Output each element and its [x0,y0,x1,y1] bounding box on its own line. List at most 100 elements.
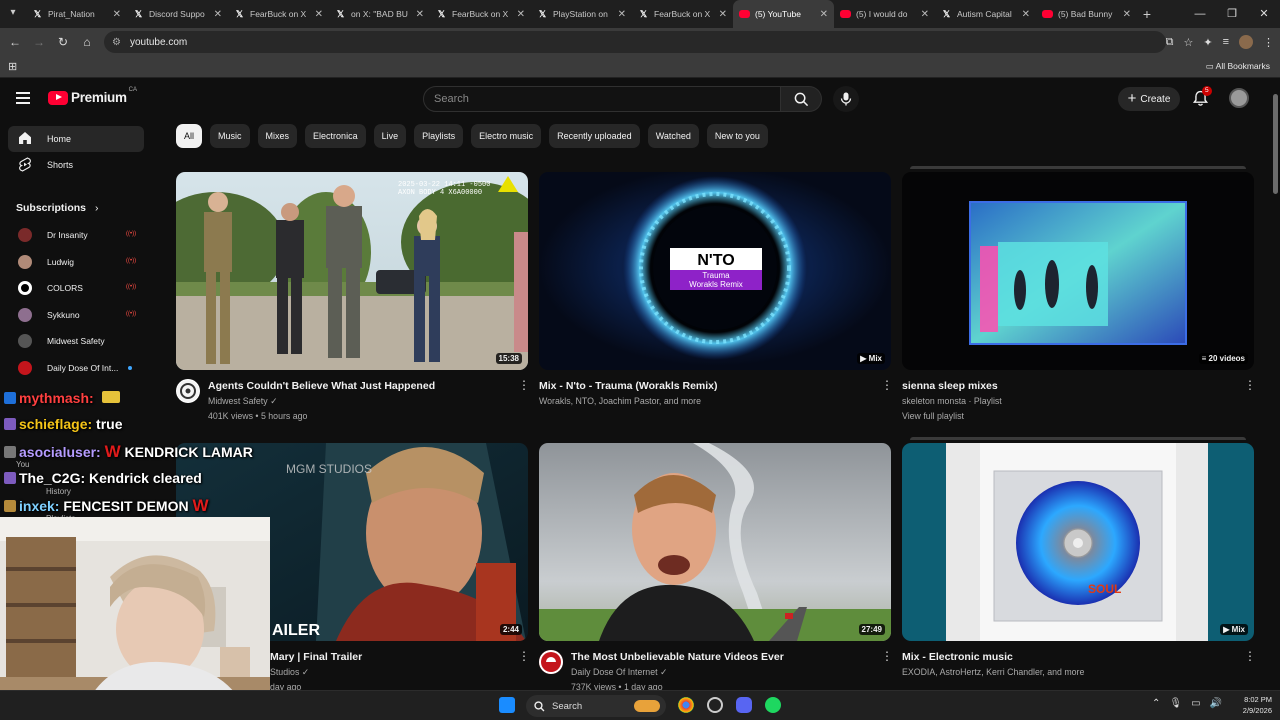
search-input[interactable]: Search [423,86,781,112]
more-options-icon[interactable]: ⋮ [881,650,893,662]
channel-avatar[interactable] [539,650,563,674]
close-tab-icon[interactable]: ✕ [416,9,424,20]
app-icon[interactable] [707,697,723,713]
restore-icon[interactable]: ❐ [1216,0,1248,28]
channel-name[interactable]: skeleton monsta · Playlist [902,396,1002,406]
close-tab-icon[interactable]: ✕ [214,9,222,20]
channel-name[interactable]: Studios ✓ [270,667,309,678]
clock[interactable]: 8:02 PM 2/9/2026 [1243,694,1272,716]
discord-icon[interactable] [736,697,752,713]
apps-grid-icon[interactable]: ⊞ [8,60,17,73]
sidebar-channel[interactable]: Midwest Safety [8,329,144,353]
minimize-icon[interactable]: — [1184,0,1216,28]
video-card[interactable]: SOUL ▶ Mix Mix - Electronic music EXODIA… [902,437,1256,710]
forward-icon[interactable]: → [27,35,51,49]
video-thumbnail[interactable]: N'TO Trauma Worakls Remix ▶ Mix [539,172,891,370]
video-title[interactable]: The Most Unbelievable Nature Videos Ever [571,651,871,663]
video-card[interactable]: 27:49 The Most Unbelievable Nature Video… [539,443,893,710]
sidebar-channel[interactable]: Ludwig ((•)) [8,250,144,274]
home-icon[interactable]: ⌂ [75,35,99,49]
video-title[interactable]: Mary | Final Trailer [270,651,510,663]
network-icon[interactable]: ▭ [1191,698,1200,709]
more-options-icon[interactable]: ⋮ [1244,379,1256,391]
sidebar-channel[interactable]: Sykkuno ((•)) [8,303,144,327]
close-window-icon[interactable]: ✕ [1248,0,1280,28]
chevron-up-icon[interactable]: ⌃ [1152,698,1160,709]
video-thumbnail[interactable]: 27:49 [539,443,891,641]
menu-icon[interactable] [16,92,30,104]
close-tab-icon[interactable]: ✕ [820,9,828,20]
browser-tab[interactable]: 𝕏 PlayStation on ✕ [531,0,632,28]
bookmark-star-icon[interactable]: ☆ [1183,36,1193,49]
start-menu-icon[interactable] [499,697,515,713]
address-bar[interactable]: ⚙ youtube.com [104,31,1166,53]
more-options-icon[interactable]: ⋮ [881,379,893,391]
chip-live[interactable]: Live [373,124,407,148]
video-title[interactable]: Mix - Electronic music [902,651,1237,663]
voice-search-button[interactable] [833,86,859,112]
browser-tab[interactable]: 𝕏 FearBuck on X ✕ [430,0,531,28]
close-tab-icon[interactable]: ✕ [1022,9,1030,20]
browser-tab[interactable]: 𝕏 Discord Suppo ✕ [127,0,228,28]
more-options-icon[interactable]: ⋮ [518,379,530,391]
subscriptions-heading[interactable]: Subscriptions › [16,202,98,214]
chip-watched[interactable]: Watched [647,124,699,148]
chip-music[interactable]: Music [210,124,250,148]
browser-menu-icon[interactable]: ⋮ [1263,36,1274,49]
search-button[interactable] [781,86,822,112]
close-tab-icon[interactable]: ✕ [1123,9,1131,20]
close-tab-icon[interactable]: ✕ [113,9,121,20]
media-controls-icon[interactable]: ≡ [1223,36,1229,48]
browser-tab[interactable]: 𝕏 FearBuck on X ✕ [228,0,329,28]
close-tab-icon[interactable]: ✕ [315,9,323,20]
playlist-card[interactable]: ≡ 20 videos sienna sleep mixes skeleton … [902,166,1256,439]
sidebar-channel[interactable]: COLORS ((•)) [8,276,144,300]
tab-search-icon[interactable]: ▾ [6,7,20,21]
all-bookmarks-button[interactable]: ▭ All Bookmarks [1206,61,1270,72]
browser-tab[interactable]: 𝕏on X: "BAD BU ✕ [329,0,430,28]
microphone-tray-icon[interactable]: 🎙 [1169,698,1182,709]
video-title[interactable]: Mix - N'to - Trauma (Worakls Remix) [539,380,874,392]
profile-avatar[interactable] [1239,35,1253,49]
video-thumbnail[interactable]: ≡ 20 videos [902,172,1254,370]
browser-tab[interactable]: 𝕏 Pirat_Nation ✕ [26,0,127,28]
more-options-icon[interactable]: ⋮ [518,650,530,662]
chip-playlists[interactable]: Playlists [414,124,464,148]
video-thumbnail[interactable]: 2025-03-22 14:11 -0500 AXON BODY 4 X6A00… [176,172,528,370]
video-card[interactable]: N'TO Trauma Worakls Remix ▶ Mix Mix - N'… [539,172,893,439]
close-tab-icon[interactable]: ✕ [719,9,727,20]
spotify-icon[interactable] [765,697,781,713]
close-tab-icon[interactable]: ✕ [618,9,626,20]
extensions-icon[interactable]: ✦ [1203,36,1212,49]
more-options-icon[interactable]: ⋮ [1244,650,1256,662]
browser-tab[interactable]: (5) Bad Bunny ✕ [1036,0,1137,28]
video-title[interactable]: sienna sleep mixes [902,380,1237,392]
new-tab-button[interactable]: + [1137,6,1157,22]
site-info-icon[interactable]: ⚙ [112,37,121,48]
chrome-icon[interactable] [678,697,694,713]
browser-tab[interactable]: 𝕏 Autism Capital ✕ [935,0,1036,28]
volume-icon[interactable]: 🔊 [1210,698,1222,709]
chip-new-to-you[interactable]: New to you [706,124,768,148]
chip-all[interactable]: All [176,124,203,148]
channel-name[interactable]: Daily Dose Of Internet ✓ [571,667,667,678]
scrollbar-thumb[interactable] [1273,94,1278,194]
reload-icon[interactable]: ↻ [51,35,75,49]
browser-tab[interactable]: 𝕏 FearBuck on X ✕ [632,0,733,28]
channel-name[interactable]: EXODIA, AstroHertz, Kerri Chandler, and … [902,667,1084,677]
install-icon[interactable]: ⧉ [1166,36,1174,49]
chip-mixes[interactable]: Mixes [257,124,298,148]
create-button[interactable]: + Create [1118,87,1180,111]
close-tab-icon[interactable]: ✕ [517,9,525,20]
sidebar-item-shorts[interactable]: Shorts [8,152,144,178]
browser-tab[interactable]: (5) I would do ✕ [834,0,935,28]
channel-name[interactable]: Worakls, NTO, Joachim Pastor, and more [539,396,701,406]
sidebar-channel[interactable]: Daily Dose Of Int... [8,356,144,380]
chip-electro-music[interactable]: Electro music [471,124,542,148]
taskbar-search[interactable]: Search [526,695,666,717]
sidebar-channel[interactable]: Dr Insanity ((•)) [8,223,144,247]
notifications-button[interactable]: 5 [1192,86,1212,108]
video-thumbnail[interactable]: SOUL ▶ Mix [902,443,1254,641]
sidebar-item-home[interactable]: Home [8,126,144,152]
chip-electronica[interactable]: Electronica [305,124,366,148]
